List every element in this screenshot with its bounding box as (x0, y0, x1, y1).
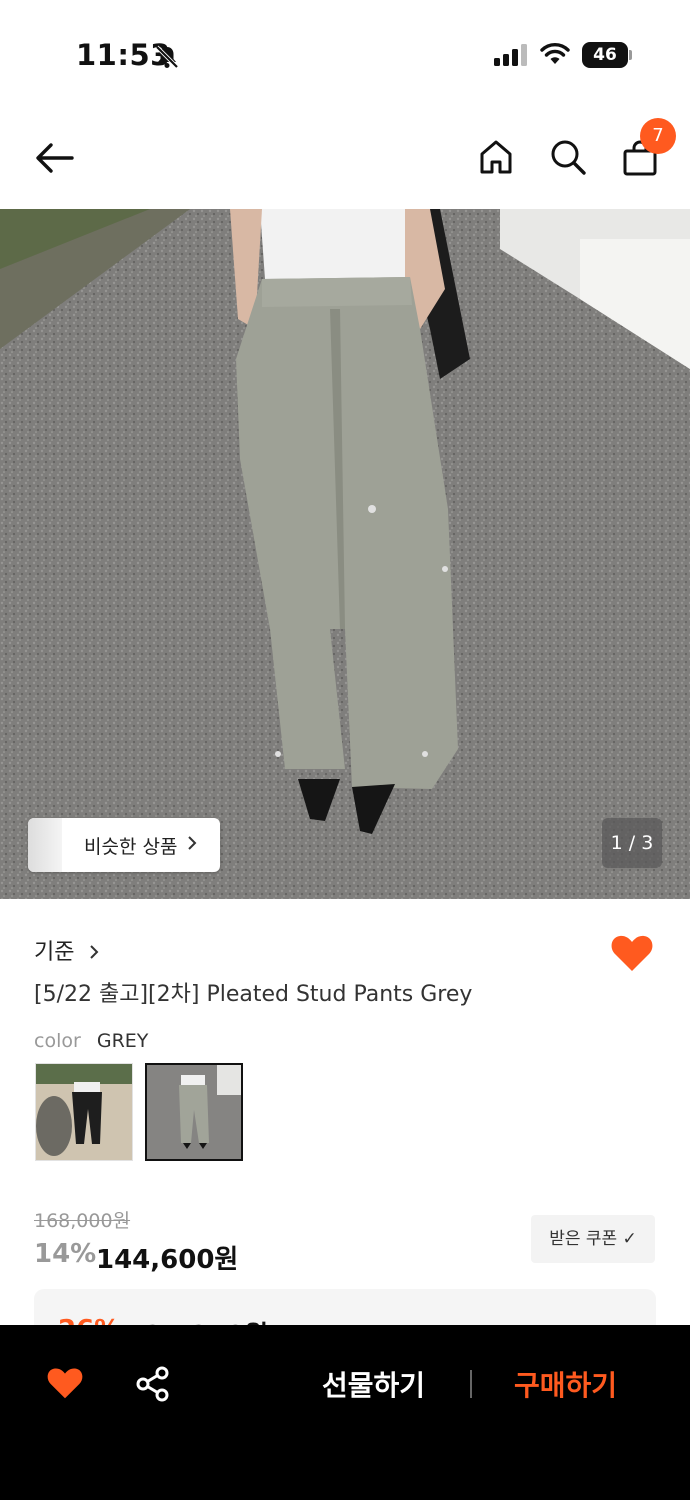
wishlist-heart-icon[interactable] (610, 933, 654, 977)
bottom-action-bar (0, 1325, 690, 1500)
discount-rate: 14% (34, 1239, 97, 1269)
chevron-right-icon (187, 835, 197, 856)
brand-name: 기준 (34, 940, 75, 965)
color-value: GREY (96, 1030, 149, 1052)
button-divider (470, 1370, 472, 1398)
search-icon[interactable] (549, 138, 587, 180)
similar-products-label: 비슷한 상품 (84, 835, 178, 858)
cart-count-badge: 7 (640, 118, 676, 154)
product-title: [5/22 출고][2차] Pleated Stud Pants Grey (34, 982, 473, 1007)
signal-icon (494, 44, 528, 70)
original-price: 168,000원 (34, 1210, 131, 1232)
home-icon[interactable] (478, 138, 514, 180)
product-image[interactable] (0, 209, 690, 899)
wishlist-heart-icon[interactable] (46, 1366, 84, 1404)
sale-price: 144,600원 (96, 1245, 239, 1275)
brand-link[interactable]: 기준 (34, 934, 99, 966)
battery-tip (629, 50, 632, 60)
chevron-right-icon (89, 941, 99, 966)
color-label: color (34, 1030, 81, 1052)
battery-icon: 46 (582, 42, 628, 68)
color-swatch-grey[interactable] (145, 1063, 243, 1161)
status-bar: 11:53 46 (0, 0, 690, 110)
similar-product-thumbnail (28, 818, 62, 872)
share-icon[interactable] (136, 1366, 170, 1406)
image-page-indicator: 1 / 3 (602, 818, 662, 868)
buy-button[interactable]: 구매하기 (514, 1364, 617, 1404)
back-arrow-icon[interactable] (34, 140, 76, 180)
gift-button[interactable]: 선물하기 (322, 1364, 425, 1404)
bell-off-icon (154, 44, 180, 74)
received-coupon-button[interactable]: 받은 쿠폰 ✓ (531, 1215, 655, 1263)
color-swatch-black[interactable] (35, 1063, 133, 1161)
similar-products-button[interactable]: 비슷한 상품 (28, 818, 220, 872)
color-option-row: color GREY (34, 1030, 148, 1052)
wifi-icon (540, 42, 570, 70)
